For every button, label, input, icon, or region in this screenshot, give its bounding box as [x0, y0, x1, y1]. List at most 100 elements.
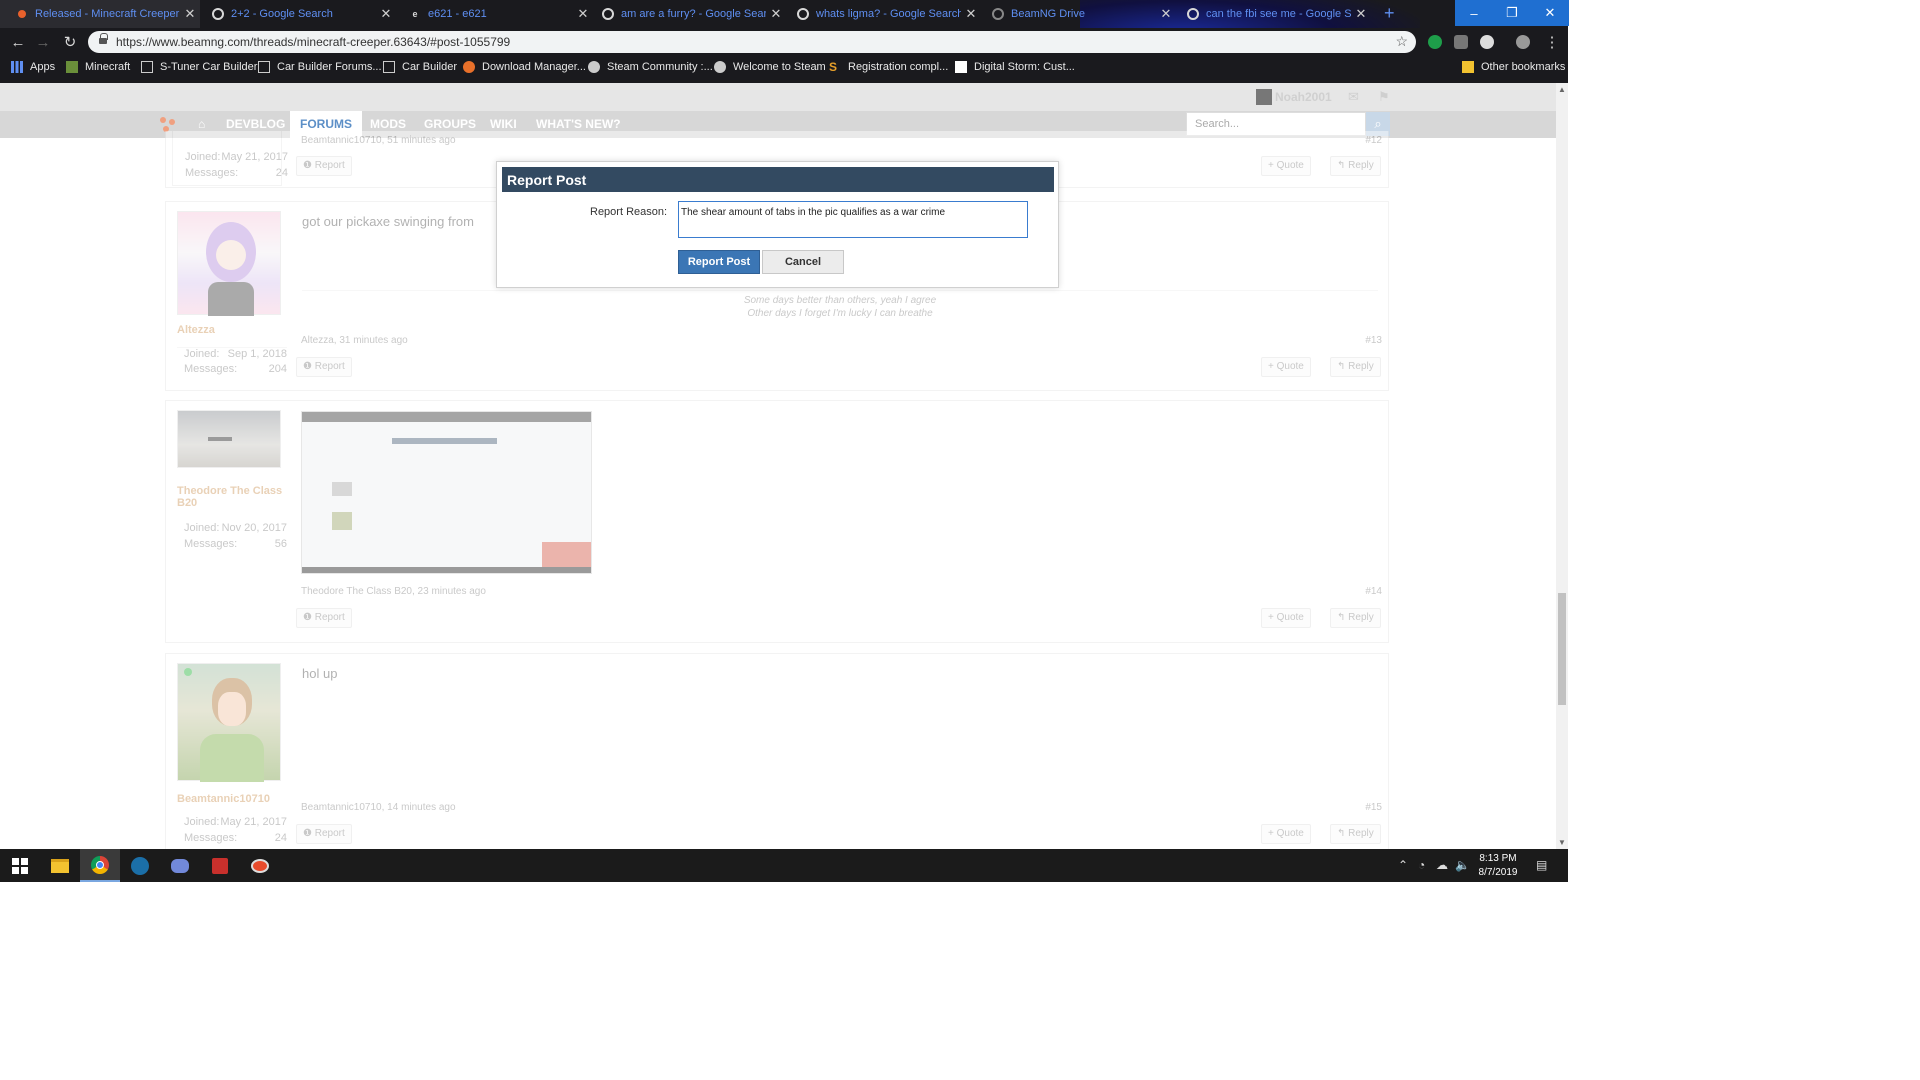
red-app-icon[interactable]: [200, 849, 240, 882]
bookmark-apps[interactable]: Apps: [11, 61, 55, 73]
signature-line-2: Other days I forget I'm lucky I can brea…: [747, 308, 933, 319]
back-icon[interactable]: ←: [8, 32, 28, 52]
beamtannic-avatar[interactable]: [177, 663, 281, 782]
bookmark-label: Registration compl...: [848, 61, 949, 73]
attached-screenshot-image[interactable]: [301, 411, 592, 574]
scroll-up-icon[interactable]: ▲: [1558, 85, 1566, 94]
bookmark-label: Steam Community :...: [607, 61, 713, 73]
minimize-button[interactable]: –: [1455, 0, 1493, 26]
user-bar: Noah2001 ✉ ⚑: [0, 83, 1556, 111]
tab-google-furry[interactable]: am are a furry? - Google Search ✕: [586, 0, 786, 28]
reply-button[interactable]: ↰ Reply: [1330, 156, 1381, 176]
tab-beamng-drive[interactable]: BeamNG Drive ✕: [976, 0, 1176, 28]
quote-button[interactable]: + Quote: [1261, 824, 1311, 844]
scroll-down-icon[interactable]: ▼: [1558, 838, 1566, 847]
post-meta[interactable]: Theodore The Class B20, 23 minutes ago: [301, 586, 486, 597]
bookmark-car-builder-forums[interactable]: Car Builder Forums...: [258, 61, 382, 73]
post-number[interactable]: #15: [1365, 802, 1382, 813]
tab-label: am are a furry? - Google Search: [621, 8, 766, 20]
report-post-button[interactable]: Report Post: [678, 250, 760, 274]
bookmark-s-tuner[interactable]: S-Tuner Car Builder: [141, 61, 257, 73]
report-reason-textarea[interactable]: [678, 201, 1028, 238]
address-bar[interactable]: https://www.beamng.com/threads/minecraft…: [88, 31, 1416, 53]
joined-stat: Joined: Sep 1, 2018: [177, 347, 287, 360]
tab-beamng-creeper[interactable]: Released - Minecraft Creeper | BeamNG ✕: [0, 0, 200, 28]
tab-google-2plus2[interactable]: 2+2 - Google Search ✕: [196, 0, 396, 28]
extension-discord-icon[interactable]: [1480, 35, 1494, 49]
system-clock[interactable]: 8:13 PM 8/7/2019: [1468, 852, 1528, 880]
digital-storm-icon: [955, 61, 967, 73]
post-15: Beamtannic10710 Joined: May 21, 2017 Mess…: [165, 653, 1389, 849]
report-post-dialog: Report Post Report Reason: Report Post C…: [496, 161, 1059, 288]
bookmark-car-builder[interactable]: Car Builder: [383, 61, 457, 73]
theodore-avatar[interactable]: [177, 410, 281, 468]
quote-button[interactable]: + Quote: [1261, 357, 1311, 377]
user-avatar[interactable]: [1256, 89, 1272, 105]
onedrive-icon[interactable]: ☁: [1436, 858, 1448, 872]
author-name[interactable]: Beamtannic10710: [177, 793, 287, 805]
post-number[interactable]: #13: [1365, 335, 1382, 346]
bookmark-star-icon[interactable]: ☆: [1395, 33, 1408, 50]
inbox-icon[interactable]: ✉: [1348, 89, 1359, 105]
windows-start-icon[interactable]: [0, 849, 40, 882]
profile-avatar-icon[interactable]: [1516, 35, 1530, 49]
close-tab-icon[interactable]: ✕: [1351, 6, 1371, 22]
tab-e621[interactable]: e e621 - e621 ✕: [393, 0, 593, 28]
tab-google-fbi[interactable]: can the fbi see me - Google Search ✕: [1171, 0, 1371, 28]
tray-overflow-icon[interactable]: ⌃: [1398, 858, 1408, 872]
action-center-icon[interactable]: ▤: [1536, 858, 1547, 872]
bookmark-other[interactable]: Other bookmarks: [1462, 61, 1565, 73]
reply-button[interactable]: ↰ Reply: [1330, 824, 1381, 844]
chrome-menu-icon[interactable]: ⋮: [1542, 32, 1562, 52]
tab-google-ligma[interactable]: whats ligma? - Google Search ✕: [781, 0, 981, 28]
discord-icon[interactable]: [160, 849, 200, 882]
post-number[interactable]: #14: [1365, 586, 1382, 597]
reply-button[interactable]: ↰ Reply: [1330, 357, 1381, 377]
reload-icon[interactable]: ↻: [60, 32, 80, 52]
report-button[interactable]: ❶ Report: [296, 357, 352, 377]
post-meta[interactable]: Beamtannic10710, 14 minutes ago: [301, 802, 456, 813]
tab-label: 2+2 - Google Search: [231, 8, 333, 20]
scrollbar-thumb[interactable]: [1558, 593, 1566, 705]
bookmark-steam-community[interactable]: Steam Community :...: [588, 61, 713, 73]
chrome-icon[interactable]: [80, 849, 120, 882]
quote-button[interactable]: + Quote: [1261, 156, 1311, 176]
author-name[interactable]: Theodore The Class B20: [177, 485, 287, 509]
post-number[interactable]: #12: [1365, 135, 1382, 146]
restore-button[interactable]: ❐: [1493, 0, 1531, 26]
network-icon[interactable]: ◔: [1418, 858, 1425, 872]
report-button[interactable]: ❶ Report: [296, 156, 352, 176]
extension-green-icon[interactable]: [1428, 35, 1442, 49]
url-text[interactable]: https://www.beamng.com/threads/minecraft…: [116, 35, 510, 49]
page-scrollbar[interactable]: ▲ ▼: [1556, 83, 1568, 849]
bookmark-download-manager[interactable]: Download Manager...: [463, 61, 586, 73]
bookmark-welcome-steam[interactable]: Welcome to Steam: [714, 61, 826, 73]
alerts-flag-icon[interactable]: ⚑: [1378, 89, 1390, 105]
new-tab-button[interactable]: +: [1384, 3, 1395, 24]
reply-button[interactable]: ↰ Reply: [1330, 608, 1381, 628]
steam-icon: [588, 61, 600, 73]
google-icon: [602, 8, 614, 20]
user-info-panel: Altezza Joined: Sep 1, 2018 Messages: 204: [172, 206, 287, 384]
post-meta[interactable]: Beamtannic10710, 51 minutes ago: [301, 135, 456, 146]
bookmark-registration[interactable]: S Registration compl...: [829, 61, 948, 73]
forward-icon[interactable]: →: [33, 32, 53, 52]
s-icon: S: [829, 60, 838, 74]
report-button[interactable]: ❶ Report: [296, 824, 352, 844]
file-explorer-icon[interactable]: [40, 849, 80, 882]
author-name[interactable]: Altezza: [177, 324, 287, 336]
quote-button[interactable]: + Quote: [1261, 608, 1311, 628]
report-button[interactable]: ❶ Report: [296, 608, 352, 628]
cancel-button[interactable]: Cancel: [762, 250, 844, 274]
close-window-button[interactable]: ✕: [1531, 0, 1569, 26]
dialog-title: Report Post: [502, 167, 1054, 192]
username-link[interactable]: Noah2001: [1275, 90, 1332, 104]
altezza-avatar[interactable]: [177, 211, 281, 316]
beamng-taskbar-icon[interactable]: [240, 849, 280, 882]
extension-shield-icon[interactable]: [1454, 35, 1468, 49]
post-message: got our pickaxe swinging from: [302, 214, 474, 229]
steam-icon[interactable]: [120, 849, 160, 882]
post-meta[interactable]: Altezza, 31 minutes ago: [301, 335, 408, 346]
bookmark-minecraft[interactable]: Minecraft: [66, 61, 130, 73]
bookmark-digital-storm[interactable]: Digital Storm: Cust...: [955, 61, 1075, 73]
